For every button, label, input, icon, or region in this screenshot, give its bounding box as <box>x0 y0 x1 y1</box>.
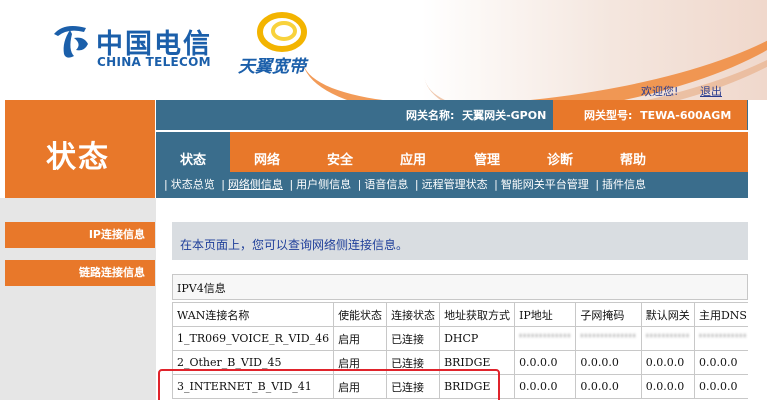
nav-tab-diagnosis[interactable]: 诊断 <box>547 149 573 168</box>
redacted-value: ''''''''''''' <box>519 332 572 345</box>
sub-nav-separator: | <box>221 178 225 191</box>
gateway-name-value: 天翼网关-GPON <box>462 109 547 122</box>
subnav-voice-info[interactable]: 语音信息 <box>364 178 408 191</box>
subnav-plugin-info[interactable]: 插件信息 <box>602 178 646 191</box>
table-cell-redacted: '''''''''''''' <box>575 326 642 351</box>
redacted-value: ''''''''''' <box>645 332 690 345</box>
subnav-smart-gateway[interactable]: 智能网关平台管理 <box>501 178 589 191</box>
table-cell: 0.0.0.0 <box>575 350 642 375</box>
gateway-type-value: TEWA-600AGM <box>640 109 732 122</box>
page-title: 状态 <box>46 140 110 175</box>
column-header: IP地址 <box>514 302 577 327</box>
sub-nav-separator: | <box>595 178 600 191</box>
table-cell-redacted: ''''''''''' <box>640 326 695 351</box>
subnav-network-info[interactable]: 网络侧信息 <box>228 178 283 191</box>
sub-nav-separator: | <box>289 178 294 191</box>
gateway-type-label: 网关型号: <box>584 109 633 122</box>
column-header: 子网掩码 <box>575 302 642 327</box>
table-cell: 0.0.0.0 <box>575 374 642 399</box>
redacted-value: '''''''''''' <box>698 332 748 345</box>
table-cell: 0.0.0.0 <box>693 374 753 399</box>
table-cell-redacted: '''''''''''' <box>693 326 753 351</box>
welcome-text: 欢迎您! <box>641 85 679 98</box>
sub-nav-items: | 状态总览 | 网络侧信息 | 用户侧信息 | 语音信息 | 远程管理状态 | 智能网关平… <box>164 176 649 192</box>
tianyi-logo-text: 天翼宽带 <box>238 57 306 77</box>
subnav-user-info[interactable]: 用户侧信息 <box>296 178 351 191</box>
right-gutter <box>748 198 767 400</box>
nav-tab-status[interactable]: 状态 <box>180 149 206 168</box>
sidebar-item-link-connection[interactable]: 链路连接信息 <box>5 260 155 286</box>
subnav-status-overview[interactable]: 状态总览 <box>171 178 215 191</box>
notice-text: 在本页面上，您可以查询网络侧连接信息。 <box>180 238 409 252</box>
table-cell: 0.0.0.0 <box>514 374 577 399</box>
table-row: 1_TR069_VOICE_R_VID_46 启用 已连接 DHCP '''''… <box>171 326 767 351</box>
column-header: 地址获取方式 <box>439 302 516 327</box>
nav-tab-help[interactable]: 帮助 <box>620 149 646 168</box>
column-header: 默认网关 <box>640 302 695 327</box>
sub-nav-separator: | <box>414 178 419 191</box>
subnav-remote-mgmt[interactable]: 远程管理状态 <box>422 178 488 191</box>
table-cell: 1_TR069_VOICE_R_VID_46 <box>171 326 335 351</box>
tianyi-logo-icon <box>257 12 307 52</box>
nav-tab-application[interactable]: 应用 <box>400 149 426 168</box>
redacted-value: '''''''''''''' <box>580 332 637 345</box>
table-cell: 0.0.0.0 <box>514 350 577 375</box>
table-cell: 0.0.0.0 <box>640 350 695 375</box>
nav-tab-management[interactable]: 管理 <box>474 149 500 168</box>
sub-nav-separator: | <box>164 178 168 191</box>
column-header: 连接状态 <box>386 302 441 327</box>
china-telecom-logo-icon <box>54 26 88 58</box>
ipv4-section-header <box>172 274 748 300</box>
table-header-row: WAN连接名称 使能状态 连接状态 地址获取方式 IP地址 子网掩码 默认网关 … <box>171 302 767 327</box>
sub-nav-separator: | <box>357 178 362 191</box>
gateway-type: 网关型号: TEWA-600AGM <box>584 107 731 123</box>
logout-link[interactable]: 退出 <box>700 83 722 99</box>
table-cell: 启用 <box>333 326 388 351</box>
column-header: WAN连接名称 <box>171 302 335 327</box>
gateway-name: 网关名称: 天翼网关-GPON <box>406 107 546 123</box>
table-cell: 0.0.0.0 <box>640 374 695 399</box>
router-admin-page: 中国电信 CHINA TELECOM 天翼宽带 欢迎您! 退出 状态 网关名称:… <box>0 0 767 400</box>
table-cell: 0.0.0.0 <box>693 350 753 375</box>
sidebar-item-ip-connection[interactable]: IP连接信息 <box>5 222 155 248</box>
main-nav <box>156 132 748 172</box>
gateway-name-label: 网关名称: <box>406 109 455 122</box>
telecom-logo-en: CHINA TELECOM <box>97 55 211 69</box>
highlight-annotation-box <box>158 369 500 400</box>
sub-nav-separator: | <box>494 178 498 191</box>
table-cell: 已连接 <box>386 326 441 351</box>
nav-tab-network[interactable]: 网络 <box>254 149 280 168</box>
column-header: 主用DNS <box>693 302 753 327</box>
column-header: 使能状态 <box>333 302 388 327</box>
table-cell: DHCP <box>439 326 516 351</box>
ipv4-section-title: IPV4信息 <box>177 282 226 295</box>
table-cell-redacted: ''''''''''''' <box>514 326 577 351</box>
nav-tab-security[interactable]: 安全 <box>327 149 353 168</box>
